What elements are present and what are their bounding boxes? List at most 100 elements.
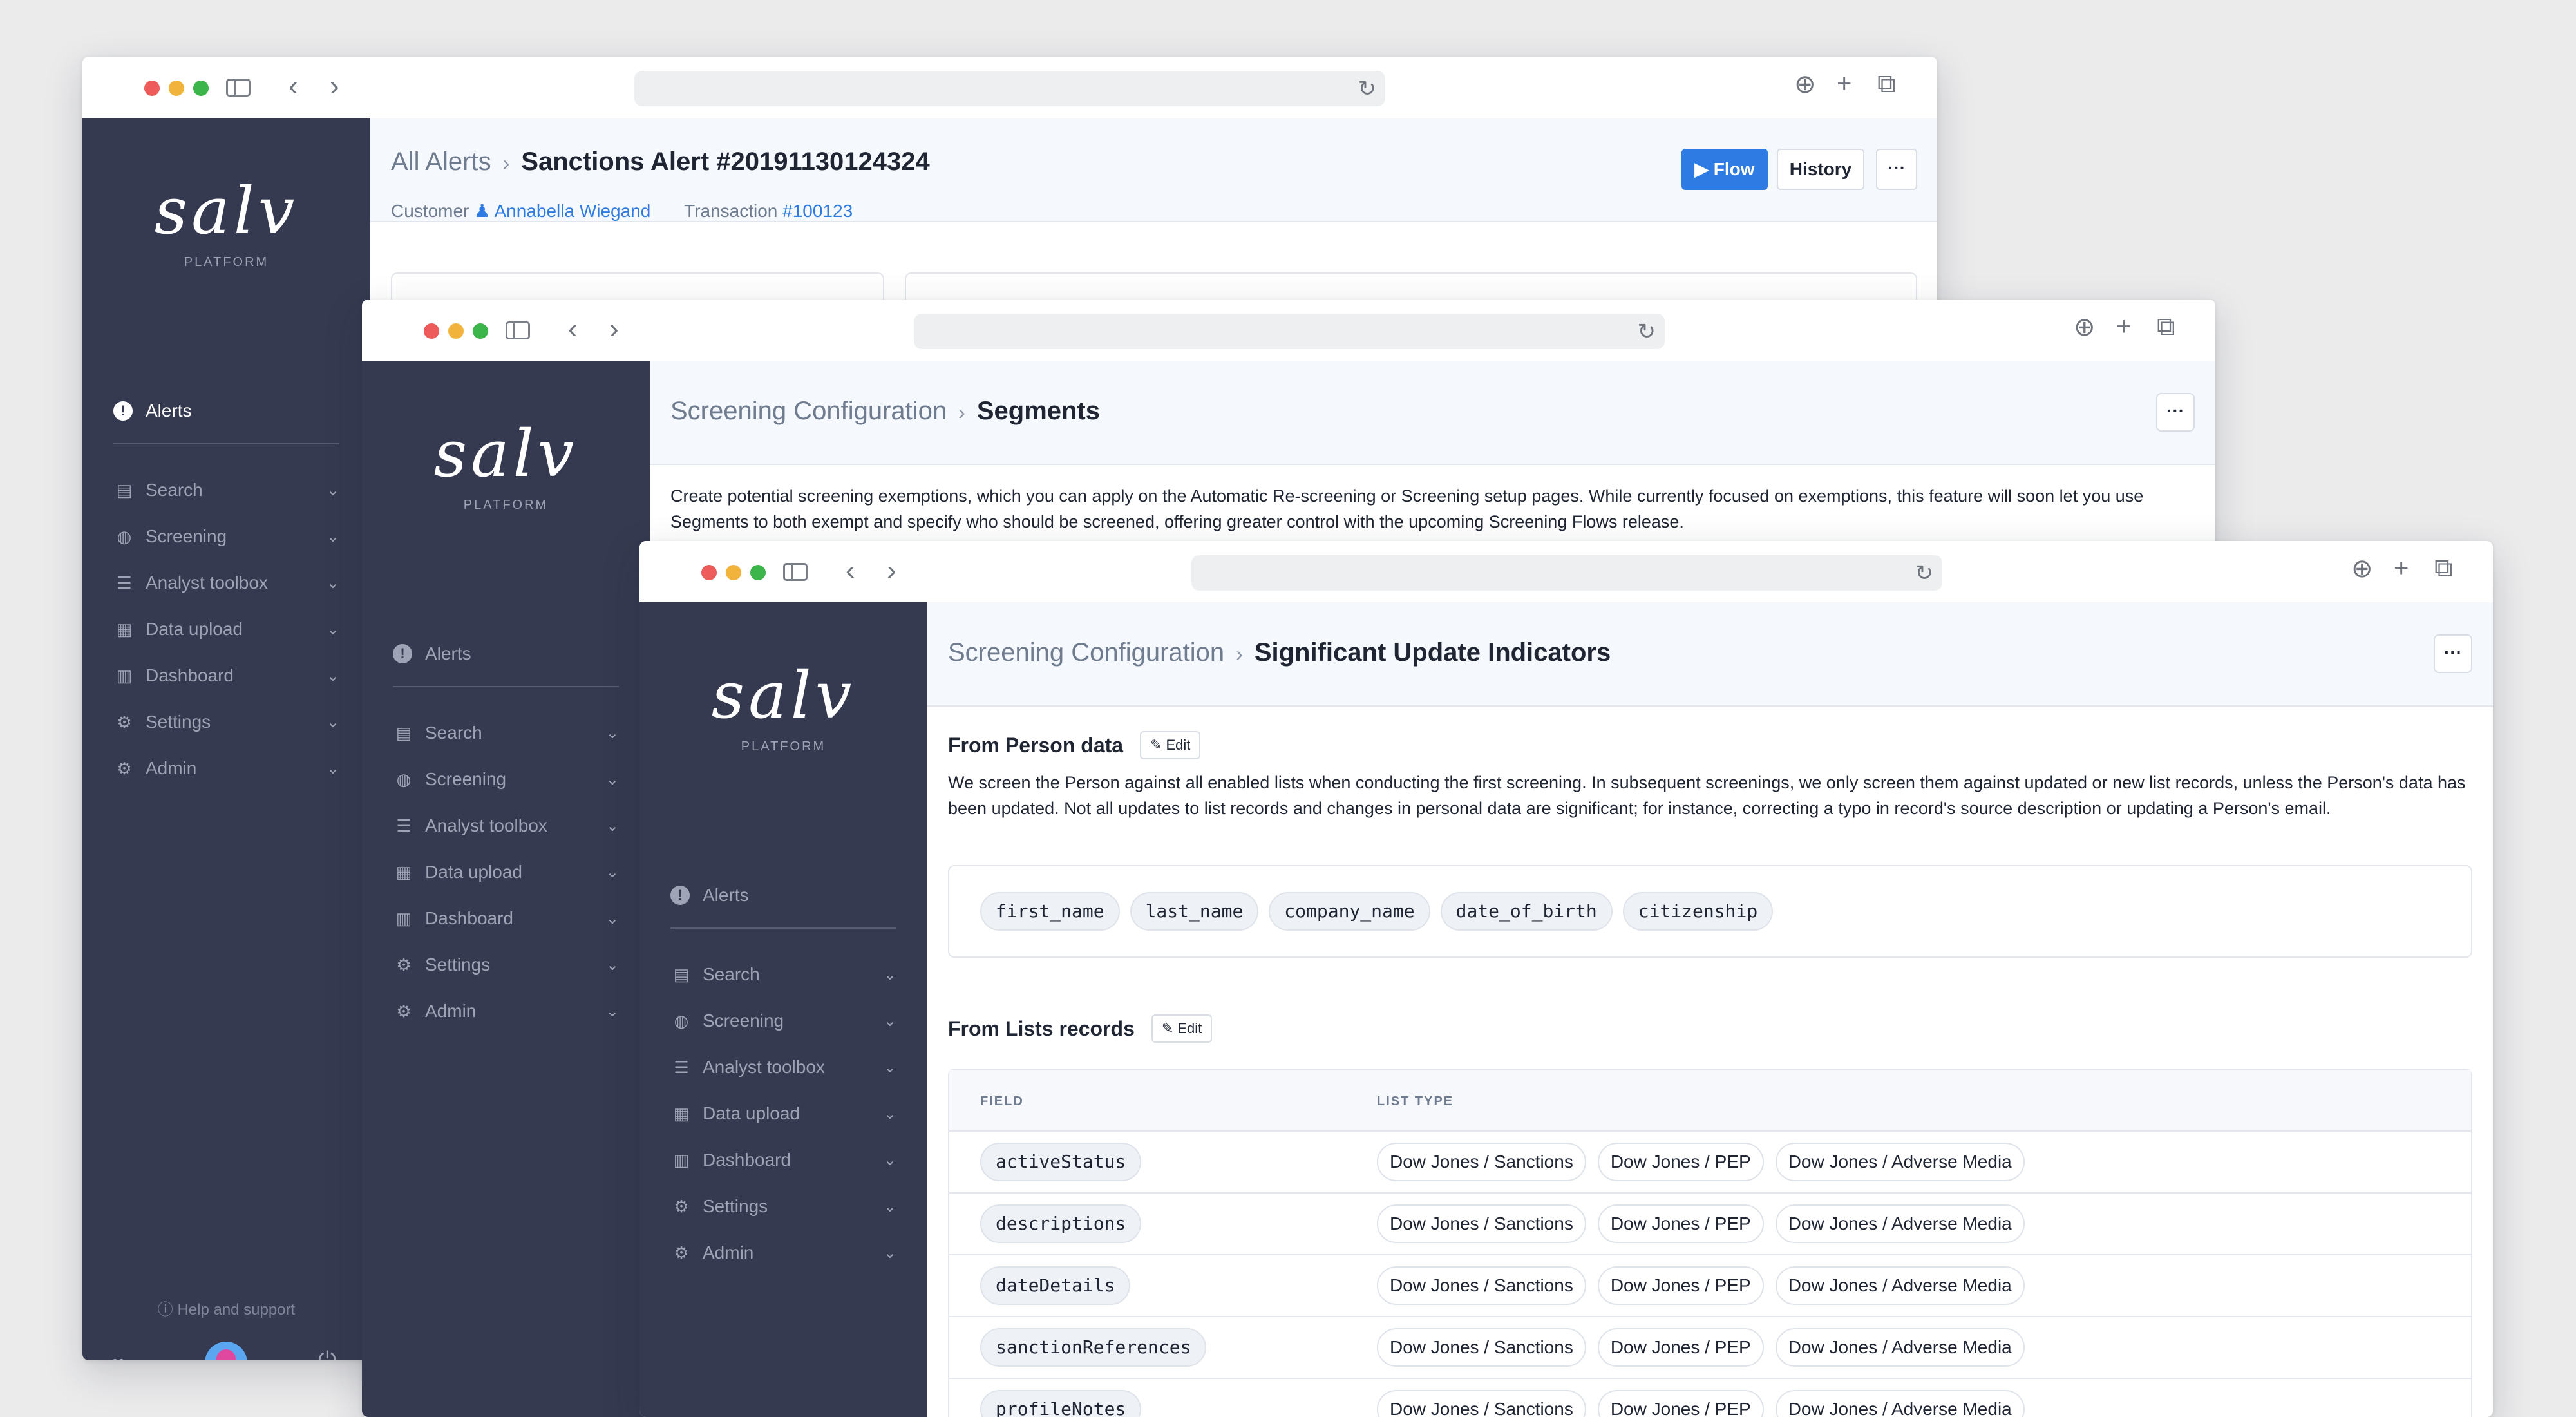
edit-person-fields-button[interactable]: ✎ Edit: [1140, 731, 1201, 759]
download-icon[interactable]: ⊕: [2074, 312, 2096, 342]
close-window-button[interactable]: [424, 323, 439, 339]
new-tab-icon[interactable]: +: [1837, 70, 1852, 99]
logo-subtitle: PLATFORM: [741, 739, 826, 754]
sidebar-item-analyst-toolbox[interactable]: ☰ Analyst toolbox ⌄: [670, 1044, 896, 1090]
sidebar-nav: ! Alerts ▤ Search ⌄ ◍ Screening ⌄ ☰ Analyst to…: [670, 879, 896, 1276]
chevron-down-icon: ⌄: [883, 1244, 896, 1262]
sidebar-item-alerts[interactable]: ! Alerts: [113, 395, 339, 427]
customer-link[interactable]: ♟ Annabella Wiegand: [474, 201, 650, 221]
transaction-link[interactable]: #100123: [782, 201, 853, 221]
tabs-overview-icon[interactable]: ⧉: [2434, 554, 2453, 583]
download-icon[interactable]: ⊕: [1794, 70, 1816, 99]
more-options-button[interactable]: ···: [1876, 149, 1917, 190]
chevron-down-icon: ⌄: [605, 770, 619, 788]
avatar[interactable]: [205, 1342, 247, 1360]
sidebar-item-data-upload[interactable]: ▦ Data upload ⌄: [113, 606, 339, 652]
play-icon: ▶: [1694, 159, 1714, 179]
globe-icon: ◍: [117, 526, 132, 546]
sidebar-item-data-upload[interactable]: ▦ Data upload ⌄: [670, 1090, 896, 1137]
maximize-window-button[interactable]: [473, 323, 488, 339]
sidebar-toggle-icon[interactable]: [506, 321, 530, 339]
minimize-window-button[interactable]: [726, 565, 741, 580]
sidebar-item-search[interactable]: ▤ Search ⌄: [113, 467, 339, 513]
sidebar-item-search[interactable]: ▤ Search ⌄: [670, 951, 896, 998]
tabs-overview-icon[interactable]: ⧉: [2157, 312, 2175, 341]
list-type-chip: Dow Jones / Sanctions: [1377, 1390, 1586, 1417]
sidebar-item-label: Data upload: [703, 1103, 800, 1123]
breadcrumb-parent-link[interactable]: All Alerts: [391, 147, 491, 176]
breadcrumb-parent-link[interactable]: Screening Configuration: [670, 397, 947, 425]
sidebar-item-screening[interactable]: ◍ Screening ⌄: [113, 513, 339, 560]
forward-arrow-icon[interactable]: ›: [330, 72, 339, 100]
sidebar-item-dashboard[interactable]: ▥ Dashboard ⌄: [670, 1137, 896, 1183]
pencil-icon: ✎: [1161, 1020, 1174, 1036]
collapse-sidebar-icon[interactable]: «: [108, 1347, 124, 1360]
field-chip: company_name: [1269, 892, 1430, 931]
sidebar-item-dashboard[interactable]: ▥ Dashboard ⌄: [113, 652, 339, 699]
flow-button[interactable]: ▶ Flow: [1681, 149, 1768, 190]
address-bar[interactable]: ↻: [914, 314, 1665, 349]
back-arrow-icon[interactable]: ‹: [846, 556, 855, 585]
chevron-right-icon: ›: [1236, 642, 1243, 665]
alert-icon: !: [670, 886, 690, 905]
list-type-chip: Dow Jones / Sanctions: [1377, 1328, 1586, 1367]
maximize-window-button[interactable]: [193, 81, 209, 96]
sidebar-item-alerts[interactable]: ! Alerts: [393, 638, 619, 670]
sidebar-divider: [113, 443, 339, 444]
list-fields-table: FIELD LIST TYPE activeStatus Dow Jones /…: [948, 1069, 2472, 1417]
person-fields-box: first_name last_name company_name date_o…: [948, 865, 2472, 958]
avatar-face: [216, 1349, 236, 1360]
close-window-button[interactable]: [144, 81, 160, 96]
help-and-support-link[interactable]: ⓘ Help and support: [82, 1297, 370, 1319]
sidebar-item-admin[interactable]: ⚙ Admin ⌄: [393, 988, 619, 1034]
reload-icon[interactable]: ↻: [1638, 319, 1656, 345]
window-controls: [144, 81, 209, 96]
sidebar-item-analyst-toolbox[interactable]: ☰ Analyst toolbox ⌄: [393, 803, 619, 849]
sidebar-item-search[interactable]: ▤ Search ⌄: [393, 710, 619, 756]
sidebar-item-data-upload[interactable]: ▦ Data upload ⌄: [393, 849, 619, 895]
sidebar-item-settings[interactable]: ⚙ Settings ⌄: [113, 699, 339, 745]
close-window-button[interactable]: [701, 565, 717, 580]
sidebar-toggle-icon[interactable]: [783, 563, 808, 581]
address-bar[interactable]: ↻: [1191, 555, 1942, 591]
help-label: Help and support: [177, 1301, 296, 1318]
sidebar-item-settings[interactable]: ⚙ Settings ⌄: [393, 942, 619, 988]
forward-arrow-icon[interactable]: ›: [887, 556, 896, 585]
sidebar-item-label: Analyst toolbox: [703, 1057, 825, 1077]
sidebar-toggle-icon[interactable]: [226, 79, 251, 97]
download-icon[interactable]: ⊕: [2351, 554, 2373, 584]
sidebar-item-admin[interactable]: ⚙ Admin ⌄: [113, 745, 339, 792]
back-arrow-icon[interactable]: ‹: [568, 315, 578, 343]
bar-chart-icon: ▥: [116, 665, 133, 685]
sidebar-item-settings[interactable]: ⚙ Settings ⌄: [670, 1183, 896, 1230]
new-tab-icon[interactable]: +: [2116, 312, 2131, 341]
sliders-icon: ☰: [117, 573, 132, 593]
edit-list-fields-button[interactable]: ✎ Edit: [1151, 1014, 1213, 1043]
reload-icon[interactable]: ↻: [1915, 560, 1934, 586]
more-options-button[interactable]: ···: [2434, 634, 2472, 673]
sidebar-item-screening[interactable]: ◍ Screening ⌄: [393, 756, 619, 803]
more-options-button[interactable]: ···: [2156, 393, 2195, 432]
maximize-window-button[interactable]: [750, 565, 766, 580]
sidebar-item-screening[interactable]: ◍ Screening ⌄: [670, 998, 896, 1044]
minimize-window-button[interactable]: [169, 81, 184, 96]
sidebar-item-label: Alerts: [146, 401, 192, 421]
field-chip: profileNotes: [980, 1390, 1142, 1417]
sidebar-item-alerts[interactable]: ! Alerts: [670, 879, 896, 911]
sidebar-item-analyst-toolbox[interactable]: ☰ Analyst toolbox ⌄: [113, 560, 339, 606]
minimize-window-button[interactable]: [448, 323, 464, 339]
breadcrumb-parent-link[interactable]: Screening Configuration: [948, 638, 1224, 667]
new-tab-icon[interactable]: +: [2394, 554, 2409, 583]
column-header-list-type: LIST TYPE: [1377, 1094, 1454, 1108]
power-icon[interactable]: ⏻: [318, 1347, 336, 1360]
breadcrumb: Screening Configuration › Significant Upda…: [948, 633, 1611, 673]
boxes-icon: ▦: [673, 1103, 690, 1123]
reload-icon[interactable]: ↻: [1358, 76, 1377, 102]
tabs-overview-icon[interactable]: ⧉: [1877, 70, 1896, 99]
history-button[interactable]: History: [1777, 149, 1864, 190]
sidebar-item-dashboard[interactable]: ▥ Dashboard ⌄: [393, 895, 619, 942]
address-bar[interactable]: ↻: [634, 71, 1385, 106]
sidebar-item-admin[interactable]: ⚙ Admin ⌄: [670, 1230, 896, 1276]
forward-arrow-icon[interactable]: ›: [609, 315, 619, 343]
back-arrow-icon[interactable]: ‹: [289, 72, 298, 100]
